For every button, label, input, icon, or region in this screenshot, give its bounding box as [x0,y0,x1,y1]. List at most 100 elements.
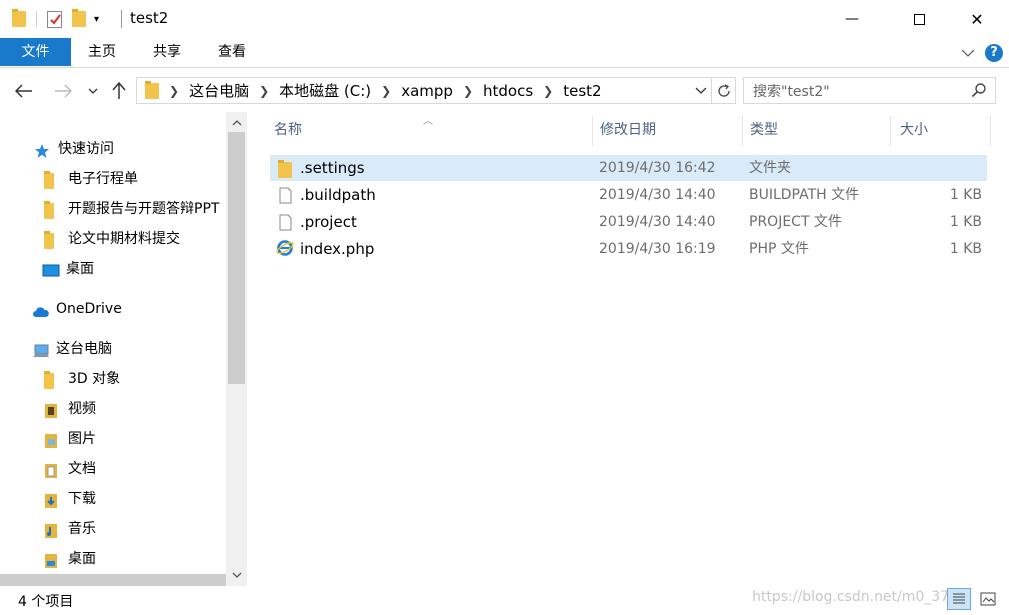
sidebar-item-onedrive[interactable]: OneDrive [32,295,122,323]
column-divider[interactable] [592,116,593,146]
ie-icon [276,239,294,265]
details-view-button[interactable] [947,588,971,610]
sidebar-item-this-pc[interactable]: 这台电脑 [32,335,112,363]
sidebar-item-desktop-pc[interactable]: 桌面 [44,545,96,573]
large-icons-view-button[interactable] [976,588,1000,610]
computer-icon [32,341,50,357]
sidebar-item-pinned[interactable]: 开题报告与开题答辩PPT [44,195,219,223]
sidebar-item-desktop[interactable]: 桌面 [42,255,94,283]
address-bar[interactable]: ❯ 这台电脑 ❯ 本地磁盘 (C:) ❯ xampp ❯ htdocs ❯ te… [136,77,736,104]
search-icon [971,83,986,98]
up-arrow-icon [112,82,126,99]
sidebar-item-label: 开题报告与开题答辩PPT [68,201,220,217]
new-folder-icon[interactable] [72,9,86,27]
file-row[interactable]: .settings 2019/4/30 16:42 文件夹 [270,155,987,181]
tab-view[interactable]: 查看 [202,38,262,66]
recent-locations-button[interactable] [82,78,104,104]
sidebar-item-label: 3D 对象 [68,371,121,387]
video-icon [44,401,62,418]
maximize-button[interactable] [896,0,942,38]
minimize-button[interactable]: — [829,0,875,38]
column-divider[interactable] [742,116,743,146]
pictures-icon [44,431,62,448]
column-divider[interactable] [890,116,891,146]
sidebar-item-label: 电子行程单 [68,171,138,187]
search-input[interactable]: 搜索"test2" [743,77,996,104]
breadcrumb-chevron-icon[interactable]: ❯ [169,84,179,98]
file-type: 文件夹 [749,160,791,176]
desktop-icon [42,261,60,277]
file-row[interactable]: index.php 2019/4/30 16:19 PHP 文件 1 KB [270,236,987,262]
sidebar-item-videos[interactable]: 视频 [44,395,96,423]
chevron-down-icon [695,87,707,94]
cloud-icon [32,301,50,317]
breadcrumb-item[interactable]: 这台电脑 [189,80,249,101]
column-header-date[interactable]: 修改日期 [594,112,742,148]
file-date: 2019/4/30 14:40 [599,214,716,230]
file-date: 2019/4/30 14:40 [599,187,716,203]
scrollbar-thumb[interactable] [228,132,245,384]
forward-arrow-icon [55,84,72,98]
forward-button[interactable] [50,78,76,104]
sidebar-item-documents[interactable]: 文档 [44,455,96,483]
sidebar-item-pinned[interactable]: 电子行程单 [44,165,138,193]
breadcrumb-chevron-icon[interactable]: ❯ [259,84,269,98]
sidebar-item-music[interactable]: 音乐 [44,515,96,543]
file-date: 2019/4/30 16:42 [599,160,716,176]
file-name: .buildpath [300,186,376,204]
address-controls [691,78,735,103]
column-header-size[interactable]: 大小 [894,112,992,148]
maximize-icon [913,13,925,25]
sidebar-item-pictures[interactable]: 图片 [44,425,96,453]
breadcrumb-chevron-icon[interactable]: ❯ [543,84,553,98]
breadcrumb-item[interactable]: 本地磁盘 (C:) [279,80,371,101]
quick-access-toolbar: ▾ [12,9,99,29]
sidebar-scrollbar[interactable] [226,112,247,586]
file-name: .settings [300,159,365,177]
music-icon [44,521,62,538]
sidebar-item-label: 视频 [68,401,96,417]
breadcrumb-chevron-icon[interactable]: ❯ [463,84,473,98]
breadcrumb-chevron-icon[interactable]: ❯ [381,84,391,98]
address-history-button[interactable] [691,87,711,94]
ribbon-controls: ? [961,44,1003,62]
scroll-down-icon[interactable] [226,566,247,584]
tab-home[interactable]: 主页 [72,38,132,66]
tab-share[interactable]: 共享 [137,38,197,66]
column-header-type[interactable]: 类型 [744,112,890,148]
navigation-bar: ❯ 这台电脑 ❯ 本地磁盘 (C:) ❯ xampp ❯ htdocs ❯ te… [0,68,1009,112]
chevron-down-icon [88,88,98,94]
folder-icon [44,171,62,189]
breadcrumb-item[interactable]: xampp [401,82,453,100]
sidebar-item-pinned[interactable]: 论文中期材料提交 [44,225,180,253]
up-button[interactable] [106,78,132,104]
sidebar-item-downloads[interactable]: 下载 [44,485,96,513]
file-row[interactable]: .buildpath 2019/4/30 14:40 BUILDPATH 文件 … [270,182,987,208]
refresh-button[interactable] [711,78,735,103]
title-bar: ▾ test2 — ✕ [0,0,1009,38]
sidebar-partial-item [0,574,226,586]
folder-icon [12,9,26,27]
sidebar-item-quick-access[interactable]: 快速访问 [34,135,114,163]
scroll-up-icon[interactable] [226,114,247,132]
ribbon: 文件 主页 共享 查看 ? [0,38,1009,68]
customize-dropdown-icon[interactable]: ▾ [94,14,99,25]
back-button[interactable] [11,78,37,104]
expand-ribbon-icon[interactable] [961,49,975,57]
help-button[interactable]: ? [985,44,1003,62]
sidebar-item-label: 快速访问 [58,141,114,157]
tab-file[interactable]: 文件 [0,38,71,66]
sidebar-item-label: 桌面 [66,261,94,277]
breadcrumb-item[interactable]: htdocs [483,82,533,100]
title-divider [121,10,122,28]
column-divider[interactable] [990,116,991,146]
file-type: PHP 文件 [749,241,809,257]
close-button[interactable]: ✕ [954,0,1000,38]
file-type: PROJECT 文件 [749,214,842,230]
breadcrumb-item[interactable]: test2 [563,82,601,100]
sidebar-item-3d-objects[interactable]: 3D 对象 [44,365,120,393]
file-row[interactable]: .project 2019/4/30 14:40 PROJECT 文件 1 KB [270,209,987,235]
properties-icon[interactable] [47,10,62,28]
column-header-name[interactable]: 名称 [268,112,592,148]
column-header-row: ︿ 名称 修改日期 类型 大小 [268,112,1008,148]
